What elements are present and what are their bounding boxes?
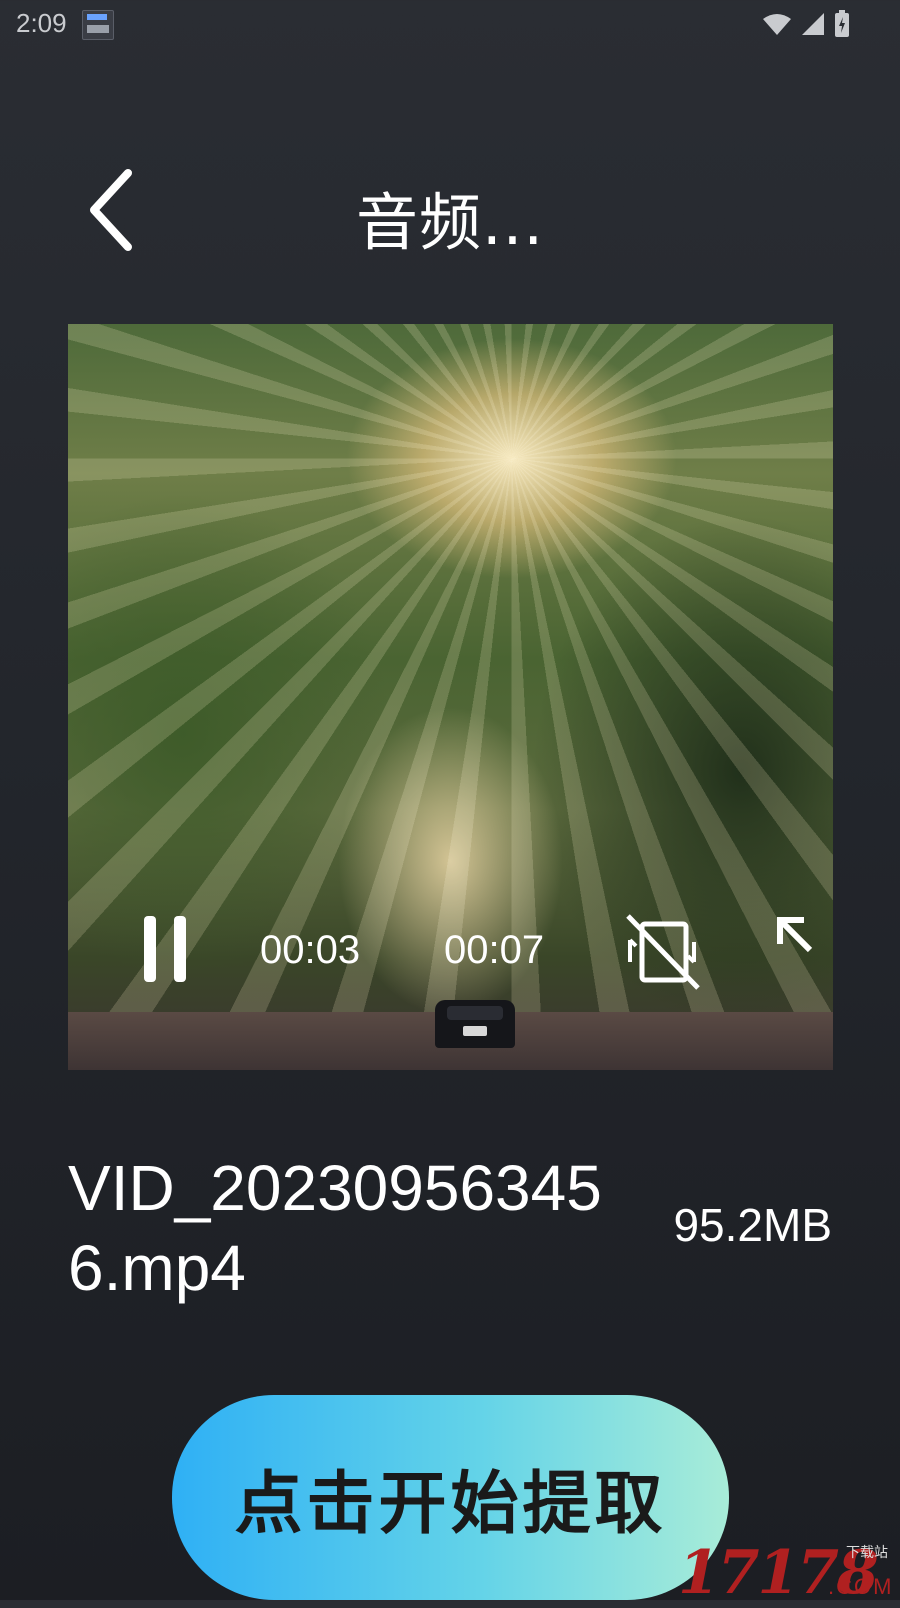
pause-bar-left (144, 916, 156, 982)
video-controls: 00:03 00:07 (68, 914, 833, 994)
status-time: 2:09 (16, 8, 67, 38)
notification-icon (82, 10, 114, 40)
current-time: 00:03 (260, 928, 361, 972)
expand-icon (777, 917, 813, 953)
wifi-icon (763, 14, 791, 35)
watermark-sub: 下载站 (846, 1545, 888, 1561)
rotate-lock-button[interactable] (622, 912, 702, 992)
extract-button-label: 点击开始提取 (234, 1465, 667, 1544)
page-title: 音频... (355, 186, 545, 259)
battery-icon (835, 10, 849, 37)
status-icons (762, 10, 850, 38)
signal-icon (802, 13, 824, 35)
watermark-domain: .COM (828, 1574, 894, 1599)
pause-bar-right (174, 916, 186, 982)
status-bar: 2:09 (0, 0, 900, 50)
video-player[interactable]: 00:03 00:07 (68, 324, 833, 1070)
extract-button[interactable]: 点击开始提取 (172, 1395, 729, 1600)
video-car (435, 1000, 515, 1048)
file-name: VID_202309563456.mp4 (68, 1152, 602, 1304)
screen-rotation-off-icon (626, 914, 700, 990)
watermark-logo: 17178 下载站 .COM (678, 1538, 900, 1608)
total-time: 00:07 (444, 928, 545, 972)
fullscreen-button[interactable] (774, 914, 833, 984)
pause-button[interactable] (140, 914, 190, 984)
file-size: 95.2MB (673, 1199, 832, 1251)
